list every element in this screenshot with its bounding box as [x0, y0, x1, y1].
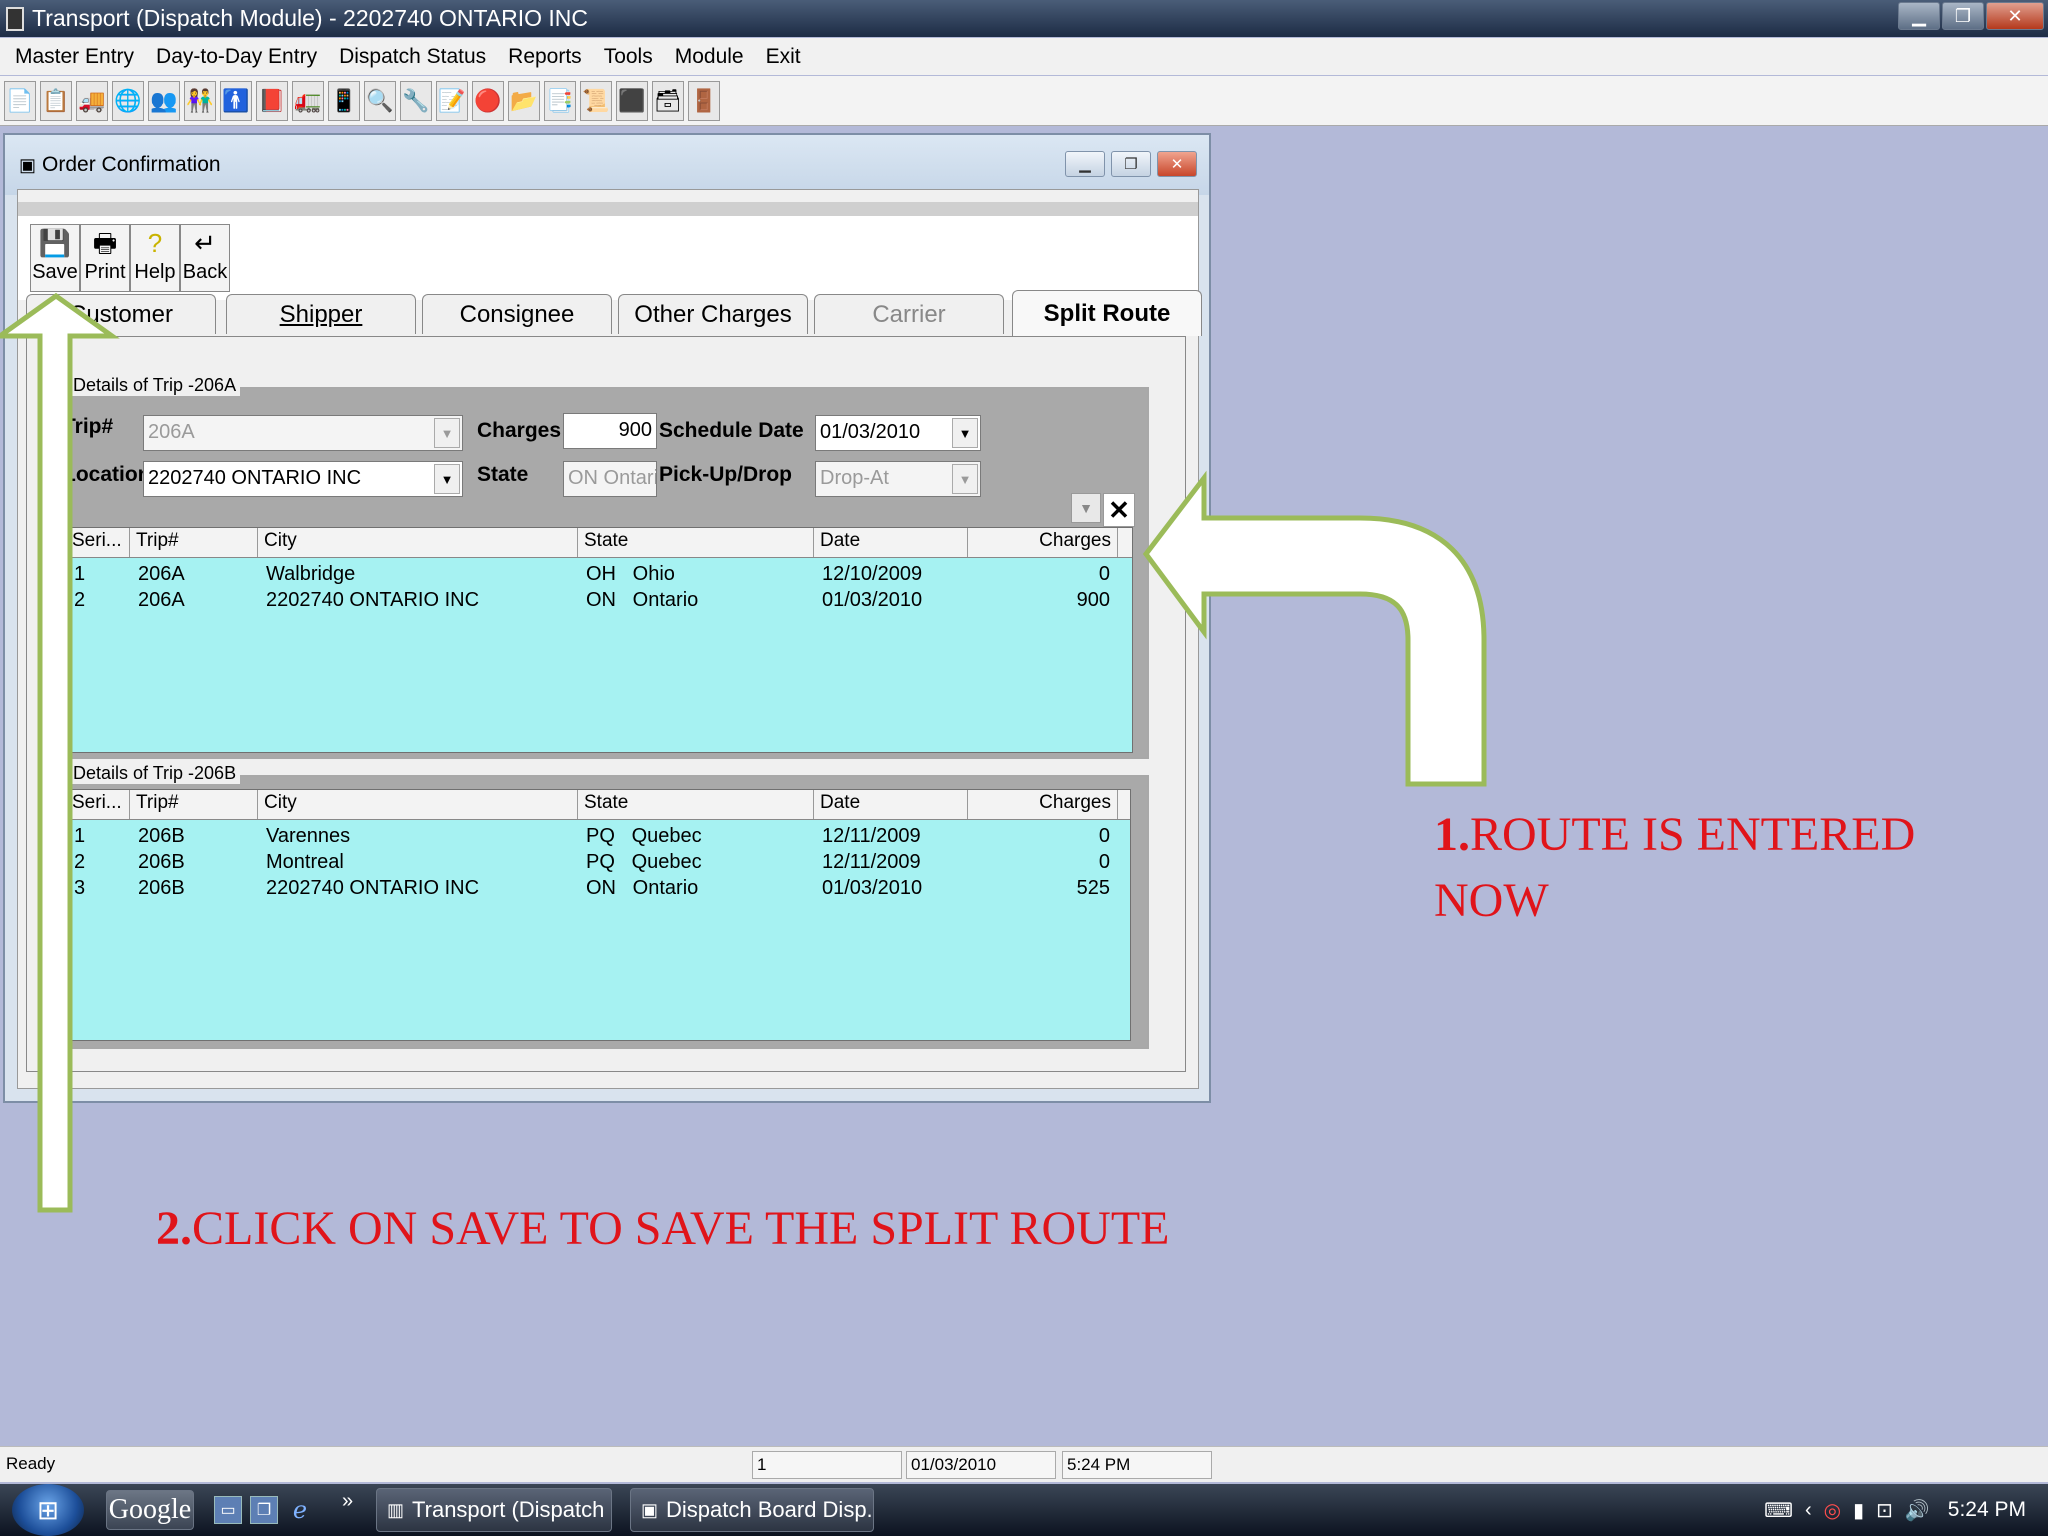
- annotation-arrows: [0, 292, 1487, 1213]
- power-icon[interactable]: ▮: [1853, 1498, 1864, 1523]
- status-date: 01/03/2010: [906, 1451, 1056, 1479]
- up-arrow-annotation: [0, 292, 120, 1213]
- taskbar-dispatch-board[interactable]: ▣ Dispatch Board Disp...: [630, 1488, 874, 1532]
- annotation-step-1: 1.ROUTE IS ENTERED NOW: [1434, 808, 1916, 927]
- status-time: 5:24 PM: [1062, 1451, 1212, 1479]
- internet-explorer-icon[interactable]: ℯ: [286, 1496, 314, 1524]
- app-icon: ▥: [387, 1499, 405, 1520]
- tray-expand-icon[interactable]: ‹: [1805, 1499, 1812, 1522]
- volume-icon[interactable]: 🔊: [1905, 1498, 1930, 1523]
- show-desktop-icon[interactable]: ▭: [214, 1496, 242, 1524]
- system-tray: ⌨ ‹ ◎ ▮ ⊡ 🔊 5:24 PM: [1764, 1484, 2048, 1536]
- keyboard-icon[interactable]: ⌨: [1764, 1498, 1793, 1523]
- annotation-step-2: 2.CLICK ON SAVE TO SAVE THE SPLIT ROUTE: [156, 1202, 1170, 1255]
- start-button[interactable]: ⊞: [12, 1484, 84, 1536]
- quick-launch-more[interactable]: »: [342, 1490, 353, 1513]
- network-icon[interactable]: ⊡: [1876, 1498, 1893, 1523]
- window-icon: ▣: [641, 1499, 659, 1520]
- status-ready: Ready: [6, 1454, 56, 1473]
- windows-taskbar: ⊞ Google ▭ ❐ ℯ » ▥ Transport (Dispatch .…: [0, 1484, 2048, 1536]
- taskbar-transport[interactable]: ▥ Transport (Dispatch ...: [376, 1488, 612, 1532]
- antivirus-icon[interactable]: ◎: [1824, 1498, 1841, 1523]
- status-bar: Ready 1 01/03/2010 5:24 PM: [0, 1446, 2048, 1482]
- taskbar-clock[interactable]: 5:24 PM: [1948, 1498, 2026, 1522]
- windows-logo-icon: ⊞: [37, 1494, 59, 1525]
- google-toolbar-button[interactable]: Google: [106, 1490, 194, 1530]
- curved-arrow-annotation: [1142, 470, 1487, 787]
- switch-windows-icon[interactable]: ❐: [250, 1496, 278, 1524]
- status-page: 1: [752, 1451, 902, 1479]
